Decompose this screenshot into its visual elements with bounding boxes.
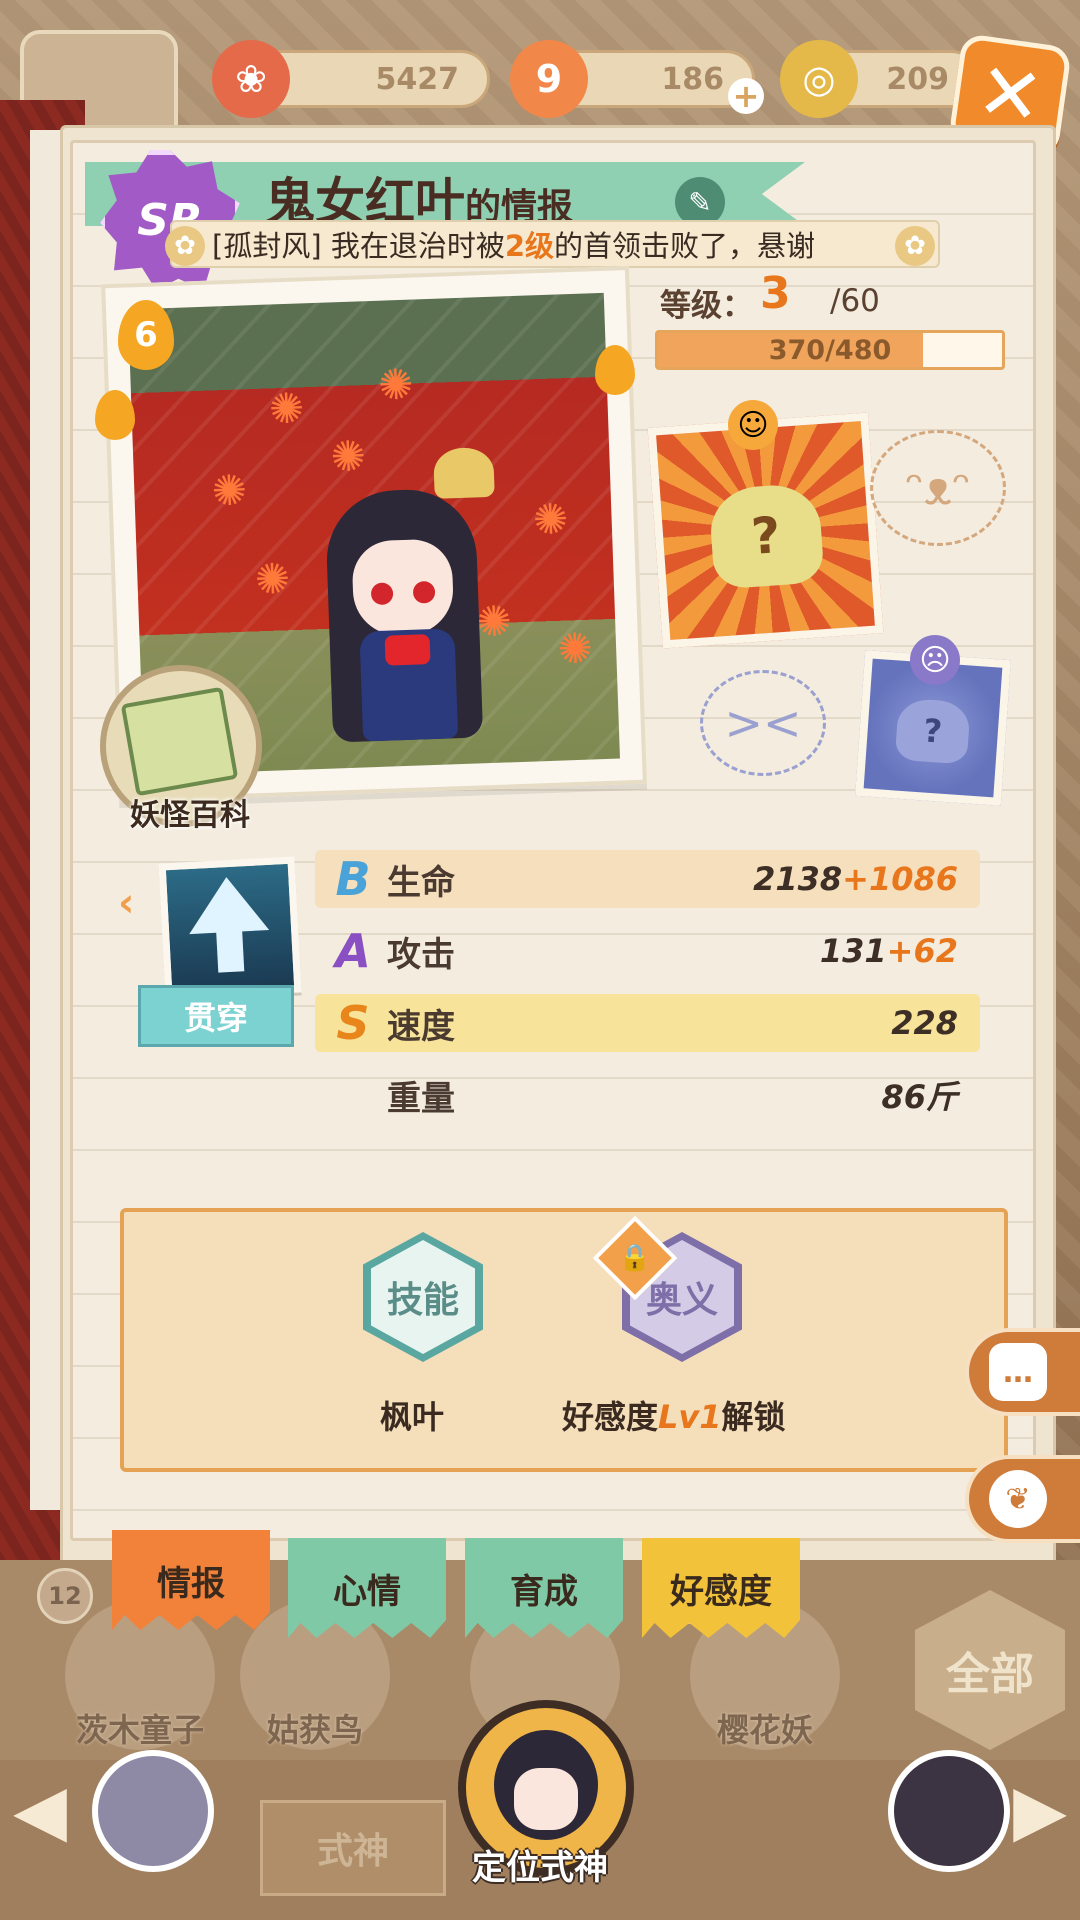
- ougi-caption-level: Lv1: [658, 1398, 722, 1436]
- stat-name: 重量: [387, 1078, 455, 1119]
- jade-value: 5427: [375, 61, 460, 97]
- stat-base: 86斤: [881, 1078, 958, 1116]
- unknown-onigiri-icon: ?: [707, 481, 825, 590]
- spider-lily-icon: ✺: [329, 431, 367, 482]
- stat-base: 228: [891, 1004, 958, 1042]
- spider-lily-icon: ✺: [254, 553, 291, 605]
- add-stamina-icon[interactable]: +: [728, 77, 764, 115]
- gold-coin-icon: ◎: [780, 40, 858, 118]
- chat-button[interactable]: …: [965, 1328, 1080, 1416]
- status-prefix: [孤封风] 我在退治时被: [212, 229, 505, 263]
- book-icon: [120, 686, 239, 797]
- speech-bubble-icon: …: [989, 1343, 1047, 1401]
- ougi-unlock-caption: 好感度Lv1解锁: [562, 1392, 786, 1438]
- next-shikigami-avatar[interactable]: [888, 1750, 1010, 1872]
- status-highlight: 2级: [504, 229, 555, 263]
- level-value: 3: [760, 268, 791, 319]
- ougi-caption-prefix: 好感度: [562, 1398, 659, 1436]
- character-face: [351, 538, 455, 637]
- skill-badge: 技能: [371, 1240, 475, 1354]
- stat-value: 86斤: [881, 1072, 958, 1118]
- spider-lily-icon: ✺: [532, 494, 570, 545]
- jade-icon: ❀: [212, 40, 290, 118]
- tab-1[interactable]: 心情: [288, 1538, 446, 1638]
- skill-name: 枫叶: [380, 1398, 445, 1436]
- stat-value: 131+62: [820, 932, 958, 970]
- stat-row: A 攻击 131+62: [315, 922, 980, 980]
- encyclopedia-label: 妖怪百科: [130, 798, 250, 833]
- avatar-hair: [494, 1730, 598, 1840]
- doodle-face-icon: ᵔᴥᵔ: [870, 430, 1006, 546]
- flower-icon: ✿: [165, 226, 205, 266]
- prev-arrow-icon[interactable]: ◀: [10, 1769, 70, 1851]
- stamina-icon: 9: [510, 40, 588, 118]
- stat-grade-icon: A: [335, 924, 371, 978]
- encyclopedia-button[interactable]: 妖怪百科: [100, 665, 262, 833]
- spider-lily-icon: ✺: [268, 383, 306, 434]
- locate-shikigami-label[interactable]: 定位式神: [420, 1840, 660, 1889]
- ougi-caption-suffix: 解锁: [721, 1398, 786, 1436]
- stat-bonus: +62: [886, 932, 958, 970]
- stat-value: 228: [891, 1004, 958, 1042]
- arrow-shaft: [215, 926, 245, 973]
- eye: [370, 582, 394, 606]
- character-bow: [384, 634, 431, 666]
- mood-card-happy[interactable]: ?: [647, 412, 884, 649]
- spider-lily-icon: ✺: [377, 359, 415, 410]
- flower-icon: ✿: [895, 226, 935, 266]
- eye: [412, 580, 436, 604]
- doodle-angry-icon: ><: [700, 670, 826, 776]
- happy-face-icon: ☺: [728, 400, 778, 450]
- stat-name: 攻击: [387, 934, 455, 975]
- stat-row: 重量 86斤: [315, 1066, 980, 1124]
- spider-lily-icon: ✺: [210, 465, 248, 516]
- gift-icon: ❦: [989, 1470, 1047, 1528]
- level-max: /60: [830, 283, 880, 319]
- stat-row: B 生命 2138+1086: [315, 850, 980, 908]
- stat-name: 速度: [387, 1006, 455, 1047]
- gold-value: 209: [886, 61, 949, 97]
- stat-name: 生命: [387, 862, 455, 903]
- stat-value: 2138+1086: [753, 860, 958, 898]
- all-filter-label: 全部: [946, 1649, 1034, 1700]
- stamina-value: 186: [661, 61, 724, 97]
- arrow-head: [186, 875, 270, 935]
- stat-base: 131: [819, 932, 887, 970]
- stat-grade-icon: [327, 1069, 379, 1121]
- shikigami-tab[interactable]: 式神: [260, 1800, 446, 1896]
- stat-bonus: +1086: [842, 860, 958, 898]
- gift-button[interactable]: ❦: [965, 1455, 1080, 1543]
- exp-bar: 370/480: [655, 330, 1005, 370]
- unknown-onigiri-icon: ?: [894, 697, 971, 765]
- roster-name: 茨木童子: [75, 1711, 204, 1749]
- roster-name: 樱花妖: [716, 1711, 813, 1749]
- avatar-face: [514, 1768, 578, 1830]
- stat-row: S 速度 228: [315, 994, 980, 1052]
- roster-level-badge: 12: [37, 1568, 93, 1624]
- roster-name: 姑获鸟: [266, 1711, 363, 1749]
- sad-face-icon: ☹: [910, 635, 960, 685]
- stat-grade-icon: S: [336, 996, 370, 1050]
- stat-grade-icon: B: [335, 852, 371, 906]
- tab-0[interactable]: 情报: [112, 1530, 270, 1630]
- skill-type-label: 贯穿: [138, 985, 294, 1047]
- chevron-icon: ‹: [118, 880, 135, 926]
- next-arrow-icon[interactable]: ▶: [1010, 1769, 1070, 1851]
- fan-ornament: [433, 446, 495, 499]
- exp-text: 370/480: [768, 334, 892, 366]
- prev-shikigami-avatar[interactable]: [92, 1750, 214, 1872]
- tab-2[interactable]: 育成: [465, 1538, 623, 1638]
- stat-base: 2138: [753, 860, 843, 898]
- status-suffix: 的首领击败了，悬谢: [554, 229, 816, 263]
- tab-3[interactable]: 好感度: [642, 1538, 800, 1638]
- status-message: [孤封风] 我在退治时被 2级 的首领击败了，悬谢: [170, 220, 940, 268]
- pierce-skill-icon[interactable]: [158, 856, 302, 1000]
- spider-lily-icon: ✺: [556, 623, 594, 674]
- level-label: 等级：: [660, 288, 753, 324]
